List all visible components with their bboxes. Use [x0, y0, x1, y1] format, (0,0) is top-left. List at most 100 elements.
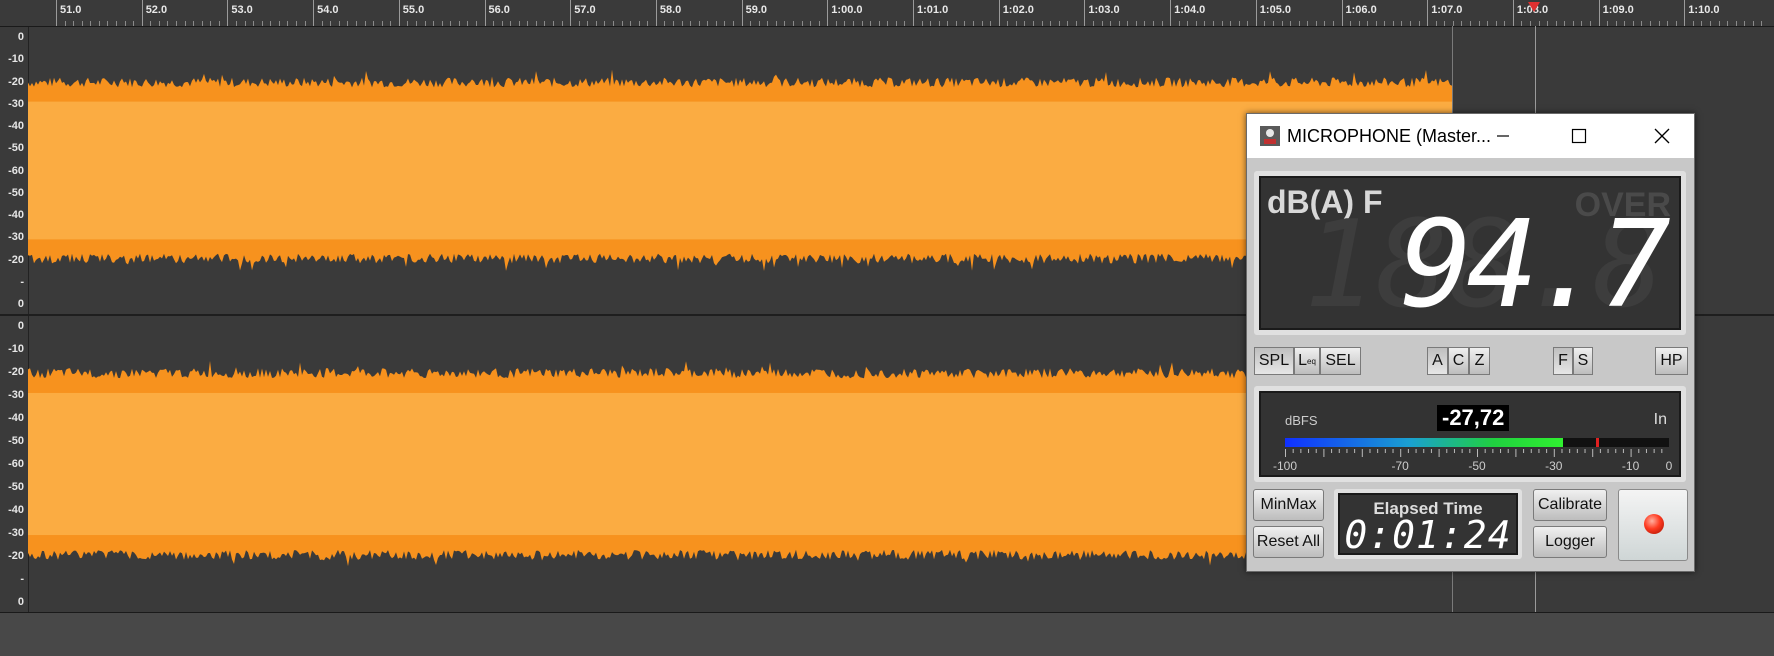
- ruler-minor-tick: [673, 21, 675, 26]
- slow-response-button[interactable]: S: [1573, 347, 1593, 375]
- mode-button-row: SPL Leq SEL A C Z F S HP: [1247, 347, 1694, 375]
- ruler-tick-line: [1170, 0, 1172, 26]
- ruler-minor-tick: [278, 21, 280, 26]
- ruler-minor-tick: [390, 21, 392, 26]
- ruler-minor-tick: [1410, 21, 1412, 26]
- dbfs-readout: -27,72: [1437, 405, 1510, 431]
- ruler-minor-tick: [1230, 21, 1232, 26]
- ruler-minor-tick: [1298, 21, 1300, 26]
- timeline-ruler[interactable]: 51.0 52.0 53.0 54.0 55.0 56.0 57.0 58.0 59.0 1:00…: [0, 0, 1774, 27]
- ruler-label: 1:10.0: [1688, 4, 1720, 16]
- ruler-minor-tick: [578, 21, 580, 26]
- ruler-minor-tick: [1247, 21, 1249, 26]
- scale-label: -40: [8, 209, 24, 221]
- scale-label: -: [20, 573, 24, 585]
- ruler-tick-line: [827, 0, 829, 26]
- minimize-button[interactable]: [1471, 114, 1535, 158]
- ruler-minor-tick: [1110, 21, 1112, 26]
- waveform[interactable]: [28, 27, 1452, 314]
- ruler-minor-tick: [167, 21, 169, 26]
- ruler-minor-tick: [750, 21, 752, 26]
- ruler-minor-tick: [1727, 21, 1729, 26]
- ruler-minor-tick: [1675, 21, 1677, 26]
- ruler-minor-tick: [1487, 21, 1489, 26]
- ruler-minor-tick: [175, 21, 177, 26]
- ruler-tick-line: [313, 0, 315, 26]
- ruler-minor-tick: [1392, 21, 1394, 26]
- ruler-minor-tick: [381, 21, 383, 26]
- ruler-minor-tick: [810, 21, 812, 26]
- ruler-tick-line: [998, 0, 1000, 26]
- empty-track-area[interactable]: [0, 612, 1774, 656]
- ruler-minor-tick: [904, 21, 906, 26]
- meter-scale-label: -50: [1468, 459, 1486, 473]
- close-button[interactable]: [1630, 114, 1694, 158]
- ruler-minor-tick: [450, 21, 452, 26]
- z-weighting-button[interactable]: Z: [1469, 347, 1490, 375]
- ruler-minor-tick: [930, 21, 932, 26]
- ruler-minor-tick: [1152, 21, 1154, 26]
- spl-button[interactable]: SPL: [1254, 347, 1294, 375]
- ruler-minor-tick: [1375, 21, 1377, 26]
- ruler-minor-tick: [193, 21, 195, 26]
- scale-label: -30: [8, 97, 24, 110]
- peak-hold-marker: [1596, 438, 1600, 447]
- ruler-minor-tick: [1067, 21, 1069, 26]
- ruler-minor-tick: [758, 21, 760, 26]
- waveform[interactable]: [28, 316, 1452, 612]
- playhead-marker[interactable]: [1528, 2, 1540, 12]
- ruler-tick-line: [141, 0, 143, 26]
- ruler-minor-tick: [1101, 21, 1103, 26]
- window-title: MICROPHONE (Master...: [1287, 126, 1492, 146]
- leq-button[interactable]: Leq: [1294, 347, 1320, 375]
- elapsed-time-display: Elapsed Time 0:01:24: [1334, 489, 1522, 559]
- ruler-minor-tick: [698, 21, 700, 26]
- scale-label: -50: [8, 186, 24, 199]
- ruler-minor-tick: [1658, 21, 1660, 26]
- meter-scale-label: 0: [1665, 459, 1673, 473]
- highpass-button[interactable]: HP: [1655, 347, 1688, 375]
- logger-button[interactable]: Logger: [1533, 526, 1607, 558]
- ruler-minor-tick: [1718, 21, 1720, 26]
- ruler-minor-tick: [638, 21, 640, 26]
- ruler-minor-tick: [981, 21, 983, 26]
- ruler-label: 1:02.0: [1002, 4, 1034, 16]
- sound-level-meter-window[interactable]: MICROPHONE (Master... dB(A) F OVER 188.8…: [1246, 113, 1695, 572]
- ruler-minor-tick: [1495, 21, 1497, 26]
- ruler-minor-tick: [295, 21, 297, 26]
- ruler-minor-tick: [424, 21, 426, 26]
- ruler-label: 59.0: [745, 4, 768, 16]
- ruler-minor-tick: [1041, 21, 1043, 26]
- ruler-minor-tick: [1572, 21, 1574, 26]
- scale-label: 0: [17, 298, 24, 310]
- ruler-minor-tick: [878, 21, 880, 26]
- reset-all-button[interactable]: Reset All: [1253, 526, 1324, 558]
- ruler-minor-tick: [1281, 21, 1283, 26]
- a-weighting-button[interactable]: A: [1427, 347, 1448, 375]
- calibrate-button[interactable]: Calibrate: [1533, 489, 1607, 521]
- ruler-minor-tick: [1701, 21, 1703, 26]
- c-weighting-button[interactable]: C: [1448, 347, 1469, 375]
- record-button[interactable]: [1618, 489, 1688, 561]
- ruler-minor-tick: [921, 21, 923, 26]
- ruler-minor-tick: [972, 21, 974, 26]
- sound-level-value: 94.7: [1400, 196, 1671, 335]
- maximize-button[interactable]: [1547, 114, 1611, 158]
- minimize-icon: [1497, 135, 1509, 137]
- ruler-label: 53.0: [231, 4, 253, 16]
- sel-button[interactable]: SEL: [1320, 347, 1361, 375]
- ruler-tick-line: [56, 0, 57, 26]
- window-titlebar[interactable]: MICROPHONE (Master...: [1247, 114, 1694, 158]
- waveform-rms-body: [28, 101, 1452, 240]
- ruler-minor-tick: [433, 21, 435, 26]
- ruler-minor-tick: [775, 21, 777, 26]
- ruler-tick-line: [1255, 0, 1257, 26]
- minmax-button[interactable]: MinMax: [1253, 489, 1324, 521]
- scale-label: 0: [17, 596, 24, 608]
- ruler-minor-tick: [1478, 21, 1480, 26]
- fast-response-button[interactable]: F: [1553, 347, 1573, 375]
- ruler-minor-tick: [1187, 21, 1189, 26]
- ruler-minor-tick: [1607, 21, 1609, 26]
- level-bar-track: [1285, 438, 1669, 447]
- ruler-minor-tick: [793, 21, 795, 26]
